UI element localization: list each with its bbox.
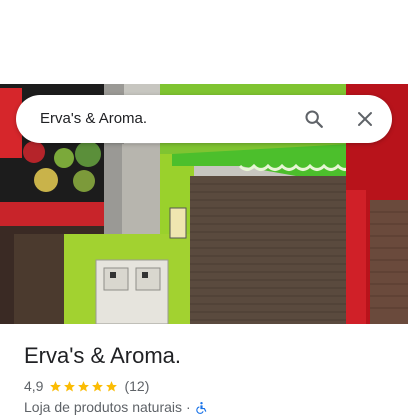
place-title: Erva's & Aroma. xyxy=(24,343,182,368)
star-icon xyxy=(50,380,62,391)
rating-stars xyxy=(49,380,119,393)
search-box[interactable]: Erva's & Aroma. xyxy=(16,95,392,143)
rating-row[interactable]: 4,9 (12) xyxy=(24,377,149,395)
search-input[interactable]: Erva's & Aroma. xyxy=(40,110,147,127)
place-info-panel: Erva's & Aroma. 4,9 (12) Loja de produto… xyxy=(0,324,408,415)
top-white-area xyxy=(0,0,408,84)
rating-value: 4,9 xyxy=(24,378,44,394)
clear-search-button[interactable] xyxy=(349,103,381,135)
category-row: Loja de produtos naturais · xyxy=(24,399,208,415)
star-icon xyxy=(106,380,118,391)
wheelchair-icon xyxy=(195,401,207,414)
category-label: Loja de produtos naturais xyxy=(24,399,182,415)
close-icon xyxy=(358,112,372,126)
separator-dot: · xyxy=(186,399,191,415)
review-count[interactable]: (12) xyxy=(124,378,149,394)
star-icon xyxy=(78,380,90,391)
star-icon xyxy=(92,380,104,391)
star-icon xyxy=(64,380,76,391)
search-icon xyxy=(305,110,323,128)
search-button[interactable] xyxy=(298,103,330,135)
